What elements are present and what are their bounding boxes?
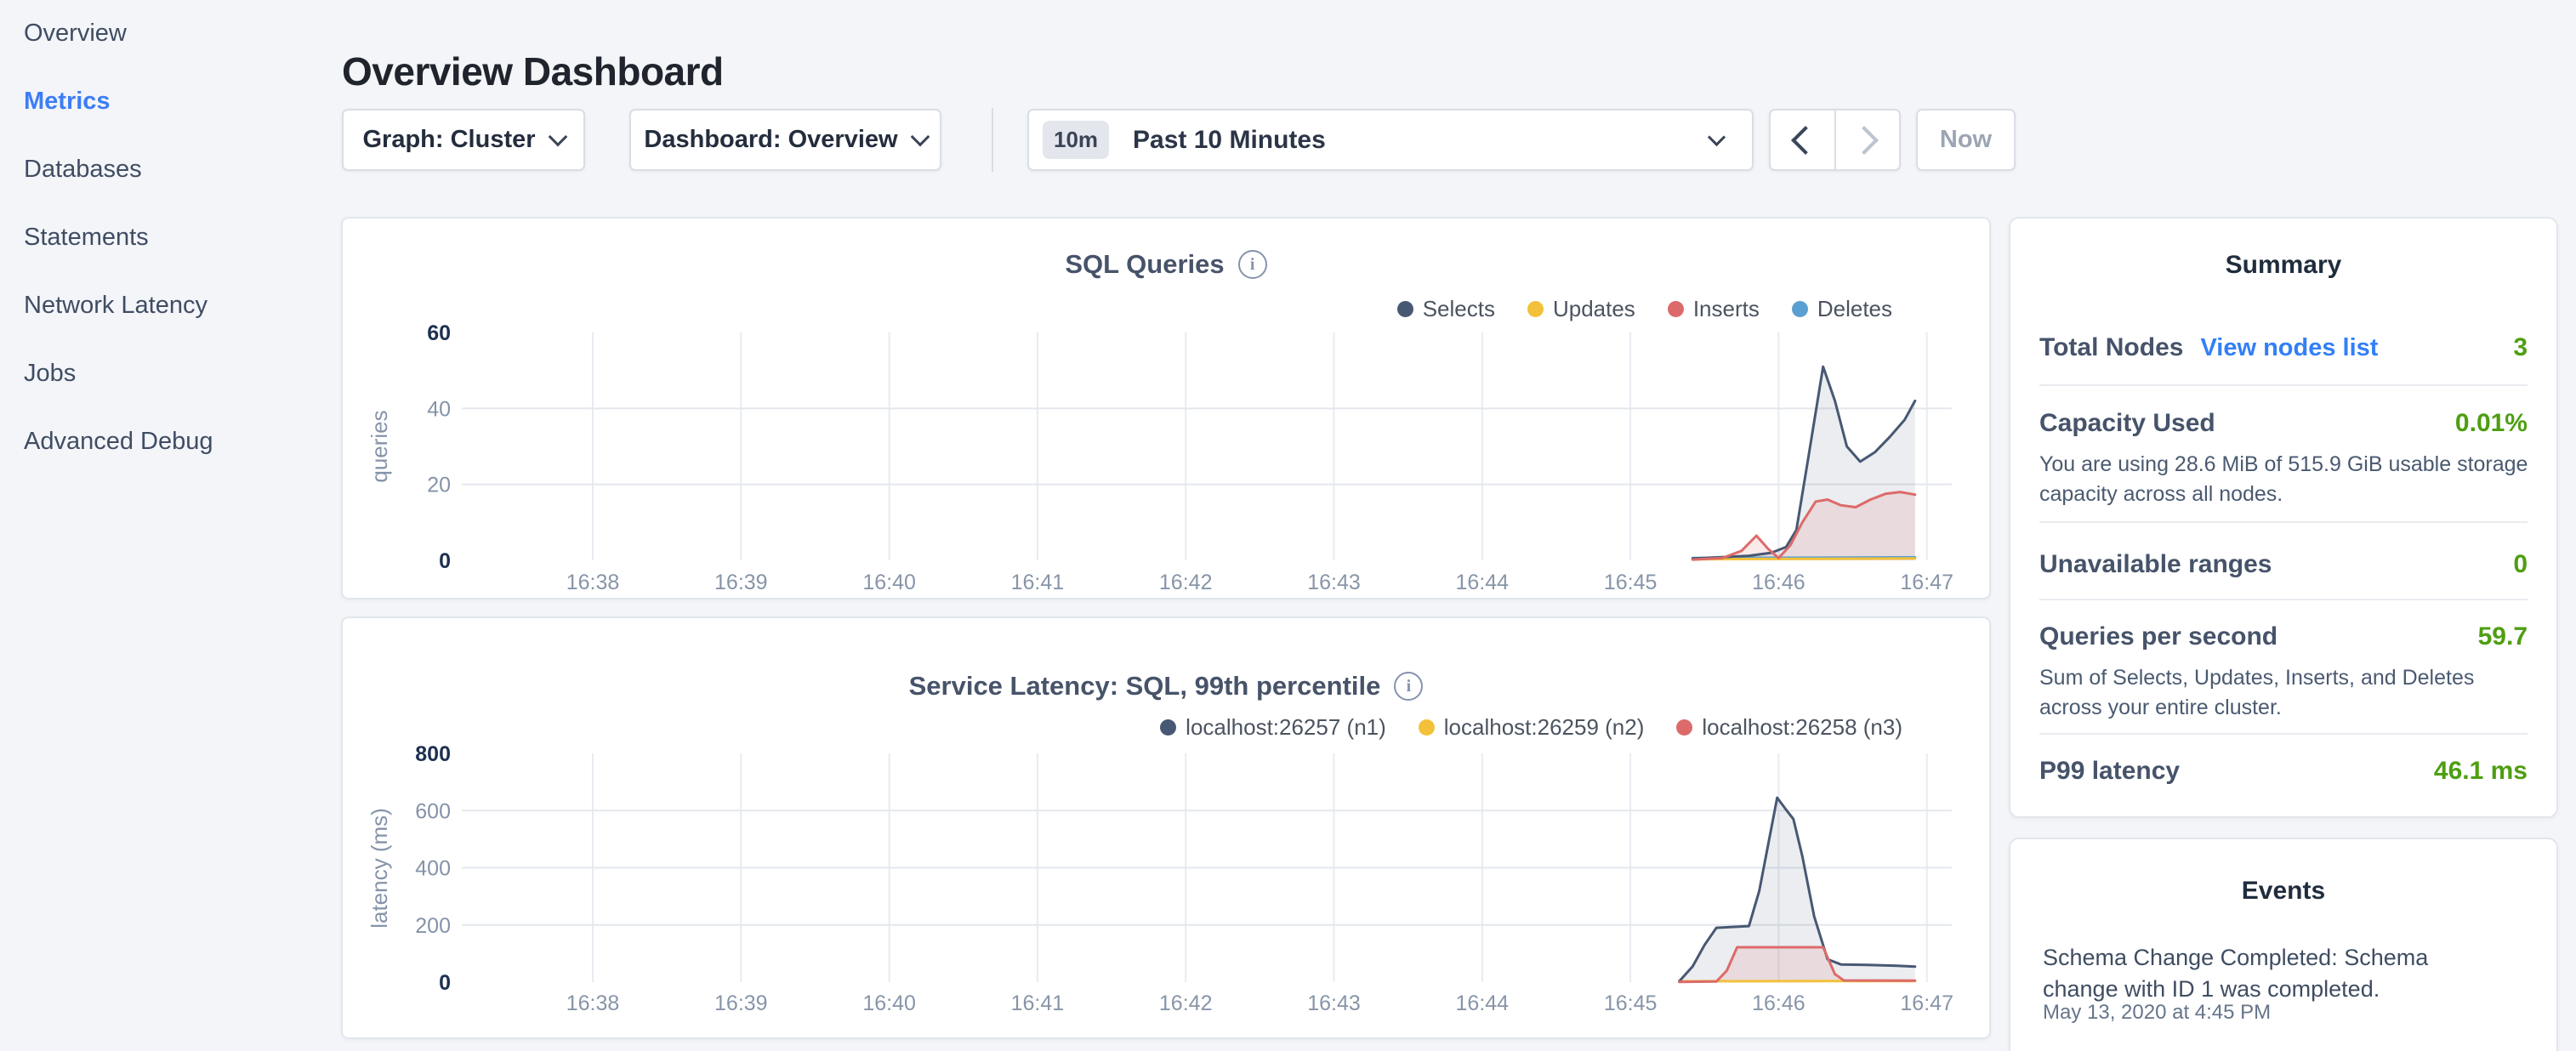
- chevron-down-icon: [910, 127, 930, 146]
- sidebar-item-network-latency[interactable]: Network Latency: [24, 291, 208, 320]
- sidebar-item-metrics[interactable]: Metrics: [24, 87, 111, 116]
- chevron-down-icon: [1708, 128, 1726, 146]
- summary-row-p99-latency: P99 latency 46.1 ms: [2039, 756, 2528, 787]
- next-time-button[interactable]: [1834, 111, 1900, 169]
- unavailable-ranges-value: 0: [2513, 550, 2528, 579]
- x-tick-label: 16:45: [1604, 991, 1658, 1015]
- x-tick-label: 16:42: [1159, 991, 1213, 1015]
- dashboard-label: Dashboard: Overview: [644, 126, 897, 154]
- y-tick-label: 600: [415, 799, 451, 823]
- x-tick-label: 16:47: [1900, 571, 1953, 594]
- now-button[interactable]: Now: [1916, 109, 2016, 171]
- time-range-dropdown[interactable]: 10m Past 10 Minutes: [1027, 109, 1754, 171]
- summary-row-total-nodes: Total Nodes View nodes list 3: [2039, 332, 2528, 363]
- y-tick-label: 20: [427, 474, 451, 497]
- x-tick-label: 16:39: [714, 571, 768, 594]
- x-tick-label: 16:41: [1011, 991, 1065, 1015]
- x-tick-label: 16:40: [862, 991, 916, 1015]
- x-tick-label: 16:46: [1752, 571, 1805, 594]
- x-tick-label: 16:39: [714, 991, 768, 1015]
- summary-panel: Summary Total Nodes View nodes list 3 Ca…: [2009, 217, 2558, 818]
- events-panel: Events Schema Change Completed: Schema c…: [2009, 838, 2558, 1051]
- divider: [2039, 733, 2528, 735]
- x-tick-label: 16:43: [1307, 991, 1361, 1015]
- x-tick-label: 16:38: [566, 991, 620, 1015]
- sidebar-item-statements[interactable]: Statements: [24, 223, 149, 252]
- prev-time-button[interactable]: [1771, 111, 1834, 169]
- events-title: Events: [2010, 877, 2556, 906]
- summary-row-qps: Queries per second 59.7: [2039, 622, 2528, 652]
- time-step-buttons: [1769, 109, 1901, 171]
- y-tick-label: 400: [415, 857, 451, 881]
- capacity-used-value: 0.01%: [2455, 409, 2528, 438]
- divider: [2039, 384, 2528, 386]
- dashboard-dropdown[interactable]: Dashboard: Overview: [629, 109, 941, 171]
- time-range-label: Past 10 Minutes: [1133, 126, 1710, 155]
- x-tick-label: 16:41: [1011, 571, 1065, 594]
- x-tick-label: 16:38: [566, 571, 620, 594]
- view-nodes-list-link[interactable]: View nodes list: [2200, 334, 2378, 362]
- qps-label: Queries per second: [2039, 622, 2277, 651]
- unavailable-ranges-label: Unavailable ranges: [2039, 550, 2272, 579]
- x-tick-label: 16:43: [1307, 571, 1361, 594]
- x-tick-label: 16:40: [862, 571, 916, 594]
- now-button-label: Now: [1940, 126, 1992, 154]
- qps-description: Sum of Selects, Updates, Inserts, and De…: [2039, 663, 2534, 723]
- sidebar-item-databases[interactable]: Databases: [24, 155, 142, 184]
- graph-scope-dropdown[interactable]: Graph: Cluster: [342, 109, 585, 171]
- p99-latency-label: P99 latency: [2039, 757, 2180, 786]
- total-nodes-label: Total Nodes: [2039, 333, 2183, 362]
- y-tick-label: 40: [427, 397, 451, 421]
- qps-value: 59.7: [2478, 622, 2528, 651]
- sql-queries-chart-panel: SQL Queries i SelectsUpdatesInsertsDelet…: [341, 217, 1991, 599]
- divider: [2039, 521, 2528, 523]
- chevron-left-icon: [1791, 126, 1820, 155]
- summary-row-unavailable-ranges: Unavailable ranges 0: [2039, 549, 2528, 580]
- sidebar: Overview Metrics Databases Statements Ne…: [0, 0, 340, 1051]
- chevron-right-icon: [1850, 126, 1879, 155]
- y-tick-label: 800: [415, 742, 451, 766]
- event-message[interactable]: Schema Change Completed: Schema change w…: [2043, 942, 2459, 1005]
- toolbar-divider: [992, 108, 993, 172]
- summary-title: Summary: [2010, 251, 2556, 280]
- page-title: Overview Dashboard: [342, 48, 724, 94]
- sidebar-item-overview[interactable]: Overview: [24, 19, 127, 48]
- service-latency-chart-panel: Service Latency: SQL, 99th percentile i …: [341, 616, 1991, 1039]
- x-tick-label: 16:47: [1900, 991, 1953, 1015]
- x-tick-label: 16:46: [1752, 991, 1805, 1015]
- chevron-down-icon: [548, 127, 567, 146]
- p99-latency-value: 46.1 ms: [2434, 757, 2528, 786]
- capacity-used-label: Capacity Used: [2039, 409, 2215, 438]
- capacity-used-description: You are using 28.6 MiB of 515.9 GiB usab…: [2039, 450, 2534, 509]
- y-axis-unit-label: latency (ms): [367, 808, 392, 929]
- summary-row-capacity-used: Capacity Used 0.01%: [2039, 408, 2528, 439]
- y-tick-label: 200: [415, 914, 451, 938]
- time-range-badge: 10m: [1043, 121, 1109, 159]
- x-tick-label: 16:44: [1456, 991, 1510, 1015]
- y-axis-unit-label: queries: [367, 410, 392, 482]
- sql-queries-plot[interactable]: 16:38 16:39 16:40 16:41 16:42 16:43 16:44 16:45…: [343, 219, 1993, 601]
- y-tick-label: 0: [439, 549, 451, 573]
- y-tick-label: 60: [427, 321, 451, 345]
- x-tick-label: 16:45: [1604, 571, 1658, 594]
- total-nodes-value: 3: [2513, 333, 2528, 362]
- event-timestamp: May 13, 2020 at 4:45 PM: [2043, 1001, 2271, 1025]
- x-tick-label: 16:42: [1159, 571, 1213, 594]
- service-latency-plot[interactable]: 16:38 16:39 16:40 16:41 16:42 16:43 16:44 16:45…: [343, 618, 1993, 1041]
- sidebar-item-jobs[interactable]: Jobs: [24, 359, 76, 388]
- x-tick-label: 16:44: [1456, 571, 1510, 594]
- graph-scope-label: Graph: Cluster: [362, 126, 535, 154]
- y-tick-label: 0: [439, 971, 451, 995]
- x-gridlines: [593, 332, 1927, 560]
- sidebar-item-advanced-debug[interactable]: Advanced Debug: [24, 427, 213, 456]
- divider: [2039, 599, 2528, 600]
- series-line-Updates: [1692, 559, 1915, 560]
- db-console-page: Overview Metrics Databases Statements Ne…: [0, 0, 2576, 1051]
